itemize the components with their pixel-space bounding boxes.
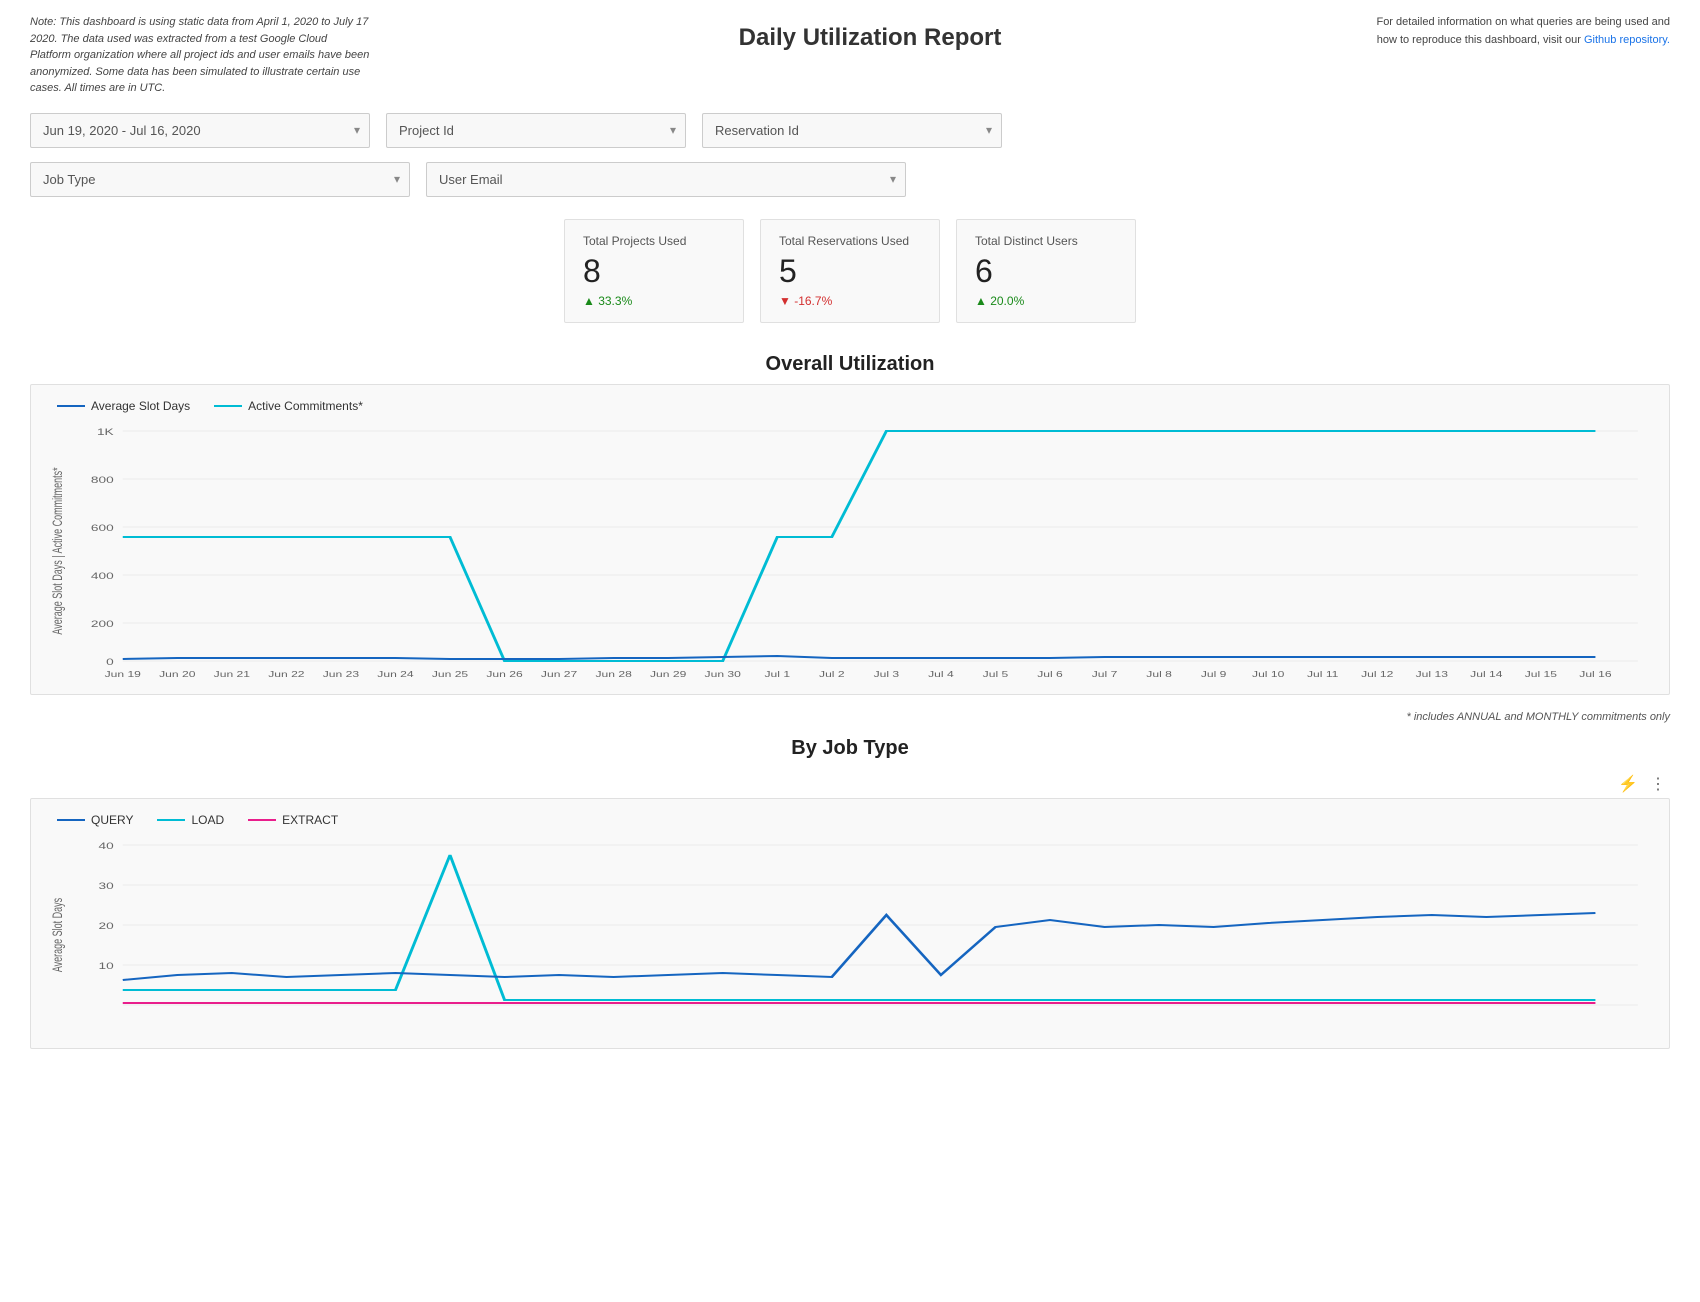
by-job-type-chart-svg: Average Slot Days 40 30 20 10 xyxy=(47,835,1653,1035)
svg-text:Jun 30: Jun 30 xyxy=(705,671,742,680)
svg-text:Jun 19: Jun 19 xyxy=(105,671,142,680)
active-commitments-line-icon xyxy=(214,405,242,407)
svg-text:600: 600 xyxy=(91,524,114,533)
active-commitments-label: Active Commitments* xyxy=(248,399,363,413)
overall-chart-note: * includes ANNUAL and MONTHLY commitment… xyxy=(0,705,1700,727)
svg-text:Jul 9: Jul 9 xyxy=(1201,671,1227,680)
svg-text:20: 20 xyxy=(99,922,114,931)
svg-text:30: 30 xyxy=(99,882,114,891)
overall-utilization-title: Overall Utilization xyxy=(0,343,1700,384)
svg-text:Jul 16: Jul 16 xyxy=(1579,671,1612,680)
project-id-filter[interactable]: Project Id xyxy=(386,113,686,148)
svg-text:Jun 24: Jun 24 xyxy=(377,671,414,680)
svg-text:Jun 26: Jun 26 xyxy=(486,671,523,680)
metric-users-change: ▲ 20.0% xyxy=(975,294,1111,308)
metric-reservations-change: ▼ -16.7% xyxy=(779,294,915,308)
svg-text:Jun 28: Jun 28 xyxy=(595,671,632,680)
overall-chart-svg: Average Slot Days | Active Commitments* … xyxy=(47,421,1653,681)
filters-row-2: Job Type User Email xyxy=(0,158,1700,209)
svg-text:Jun 20: Jun 20 xyxy=(159,671,196,680)
metric-users-label: Total Distinct Users xyxy=(975,234,1111,248)
metric-users-value: 6 xyxy=(975,252,1111,290)
svg-text:1K: 1K xyxy=(97,428,114,437)
page-title: Daily Utilization Report xyxy=(370,14,1370,52)
header-note: Note: This dashboard is using static dat… xyxy=(30,14,370,97)
header: Note: This dashboard is using static dat… xyxy=(0,0,1700,103)
svg-text:Average Slot Days: Average Slot Days xyxy=(52,898,66,973)
query-line-icon xyxy=(57,819,85,821)
more-options-icon[interactable]: ⋮ xyxy=(1646,772,1670,796)
svg-text:Jun 27: Jun 27 xyxy=(541,671,578,680)
user-email-select[interactable]: User Email xyxy=(426,162,906,197)
extract-line-icon xyxy=(248,819,276,821)
svg-text:0: 0 xyxy=(106,658,114,667)
user-email-filter[interactable]: User Email xyxy=(426,162,906,197)
metric-projects-label: Total Projects Used xyxy=(583,234,719,248)
svg-text:Jul 14: Jul 14 xyxy=(1470,671,1503,680)
metric-users: Total Distinct Users 6 ▲ 20.0% xyxy=(956,219,1136,323)
svg-text:Jun 22: Jun 22 xyxy=(268,671,305,680)
svg-text:40: 40 xyxy=(99,842,114,851)
svg-text:Jun 21: Jun 21 xyxy=(214,671,251,680)
avg-slot-days-line-icon xyxy=(57,405,85,407)
overall-chart-legend: Average Slot Days Active Commitments* xyxy=(47,399,1653,421)
svg-text:Jul 8: Jul 8 xyxy=(1146,671,1172,680)
header-right-note: For detailed information on what queries… xyxy=(1370,14,1670,49)
overall-chart-container: Average Slot Days Active Commitments* Av… xyxy=(30,384,1670,695)
reservation-id-select[interactable]: Reservation Id xyxy=(702,113,1002,148)
svg-text:Jun 25: Jun 25 xyxy=(432,671,469,680)
svg-text:Jul 15: Jul 15 xyxy=(1525,671,1558,680)
svg-text:Jul 11: Jul 11 xyxy=(1307,671,1339,680)
project-id-select[interactable]: Project Id xyxy=(386,113,686,148)
metric-reservations-label: Total Reservations Used xyxy=(779,234,915,248)
svg-text:Average Slot Days | Active Com: Average Slot Days | Active Commitments* xyxy=(52,467,66,635)
by-job-type-title: By Job Type xyxy=(0,727,1700,768)
avg-slot-days-label: Average Slot Days xyxy=(91,399,190,413)
svg-text:Jul 1: Jul 1 xyxy=(764,671,790,680)
svg-text:800: 800 xyxy=(91,476,114,485)
svg-text:Jul 4: Jul 4 xyxy=(928,671,954,680)
legend-active-commitments: Active Commitments* xyxy=(214,399,363,413)
filters-row-1: Jun 19, 2020 - Jul 16, 2020 Project Id R… xyxy=(0,103,1700,158)
reservation-id-filter[interactable]: Reservation Id xyxy=(702,113,1002,148)
legend-query: QUERY xyxy=(57,813,133,827)
date-range-select[interactable]: Jun 19, 2020 - Jul 16, 2020 xyxy=(30,113,370,148)
metric-projects-value: 8 xyxy=(583,252,719,290)
by-job-type-chart-area: Average Slot Days 40 30 20 10 xyxy=(47,835,1653,1038)
metric-projects: Total Projects Used 8 ▲ 33.3% xyxy=(564,219,744,323)
by-job-type-actions: ⚡ ⋮ xyxy=(0,768,1700,798)
svg-text:Jul 6: Jul 6 xyxy=(1037,671,1063,680)
by-job-type-legend: QUERY LOAD EXTRACT xyxy=(47,813,1653,835)
svg-text:Jul 7: Jul 7 xyxy=(1092,671,1118,680)
load-label: LOAD xyxy=(191,813,224,827)
metrics-row: Total Projects Used 8 ▲ 33.3% Total Rese… xyxy=(0,209,1700,343)
metric-reservations: Total Reservations Used 5 ▼ -16.7% xyxy=(760,219,940,323)
date-range-filter[interactable]: Jun 19, 2020 - Jul 16, 2020 xyxy=(30,113,370,148)
by-job-type-chart-container: QUERY LOAD EXTRACT Average Slot Days 40 … xyxy=(30,798,1670,1049)
svg-text:400: 400 xyxy=(91,572,114,581)
job-type-select[interactable]: Job Type xyxy=(30,162,410,197)
metric-projects-change: ▲ 33.3% xyxy=(583,294,719,308)
github-link[interactable]: Github repository. xyxy=(1584,34,1670,46)
lightning-icon[interactable]: ⚡ xyxy=(1616,772,1640,796)
query-label: QUERY xyxy=(91,813,133,827)
legend-load: LOAD xyxy=(157,813,224,827)
load-line-icon xyxy=(157,819,185,821)
metric-reservations-value: 5 xyxy=(779,252,915,290)
svg-text:Jul 5: Jul 5 xyxy=(983,671,1009,680)
legend-extract: EXTRACT xyxy=(248,813,338,827)
svg-text:Jul 3: Jul 3 xyxy=(874,671,900,680)
svg-text:Jul 2: Jul 2 xyxy=(819,671,845,680)
svg-text:200: 200 xyxy=(91,620,114,629)
svg-text:Jul 13: Jul 13 xyxy=(1416,671,1449,680)
svg-text:Jul 10: Jul 10 xyxy=(1252,671,1285,680)
extract-label: EXTRACT xyxy=(282,813,338,827)
overall-chart-area: Average Slot Days | Active Commitments* … xyxy=(47,421,1653,684)
job-type-filter[interactable]: Job Type xyxy=(30,162,410,197)
legend-avg-slot-days: Average Slot Days xyxy=(57,399,190,413)
svg-text:Jun 29: Jun 29 xyxy=(650,671,687,680)
svg-text:Jul 12: Jul 12 xyxy=(1361,671,1394,680)
svg-text:Jun 23: Jun 23 xyxy=(323,671,360,680)
svg-text:10: 10 xyxy=(99,962,114,971)
